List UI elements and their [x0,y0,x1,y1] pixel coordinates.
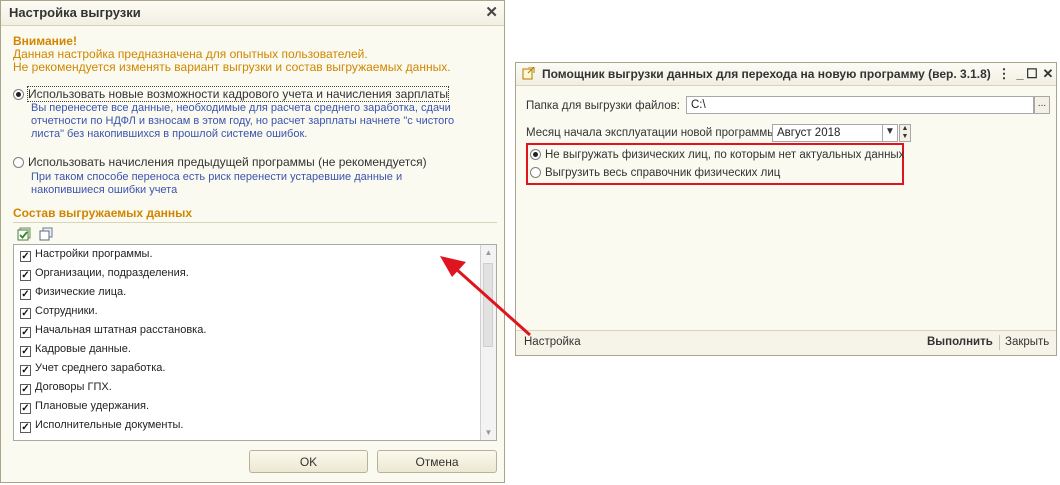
warning-line-3: Не рекомендуется изменять вариант выгруз… [13,60,451,74]
item-checkbox[interactable]: ✓ [20,251,31,262]
item-checkbox[interactable]: ✓ [20,289,31,300]
settings-link[interactable]: Настройка [524,336,581,348]
check-all-icon[interactable] [17,227,31,241]
item-checkbox[interactable]: ✓ [20,270,31,281]
dialog-title: Настройка выгрузки [1,1,504,26]
item-label: Кадровые данные. [35,343,131,355]
option-old-description: При таком способе переноса есть риск пер… [31,171,403,196]
item-checkbox[interactable]: ✓ [20,346,31,357]
radio-export-all[interactable] [530,167,541,178]
radio-old-accruals[interactable] [13,157,24,168]
item-checkbox[interactable]: ✓ [20,327,31,338]
item-checkbox[interactable]: ✓ [20,365,31,376]
option-export-all-label: Выгрузить весь справочник физических лиц [545,167,781,179]
list-item[interactable]: ✓ Сотрудники. [14,302,496,321]
radio-skip-inactive[interactable] [530,149,541,160]
list-item[interactable]: ✓ Физические лица. [14,283,496,302]
item-label: Договоры ГПХ. [35,381,112,393]
close-icon[interactable]: ✕ [1040,63,1056,85]
list-item[interactable]: ✓ Плановые удержания. [14,397,496,416]
scroll-thumb[interactable] [483,263,493,347]
option-skip-inactive-label: Не выгружать физических лиц, по которым … [545,149,905,161]
wizard-title: Помощник выгрузки данных для перехода на… [542,67,991,81]
option-export-all[interactable]: Выгрузить весь справочник физических лиц [530,167,780,179]
list-scrollbar[interactable]: ▲ ▼ [480,245,496,440]
item-label: Начальная штатная расстановка. [35,324,207,336]
list-item[interactable]: ✓ Начальная штатная расстановка. [14,321,496,340]
scroll-down-icon[interactable]: ▼ [481,425,496,440]
browse-button[interactable]: ... [1034,96,1050,114]
item-label: Исполнительные документы. [35,419,184,431]
option-skip-inactive[interactable]: Не выгружать физических лиц, по которым … [530,149,904,161]
option-new-features[interactable]: Использовать новые возможности кадрового… [13,86,450,102]
list-item[interactable]: ✓ Исполнительные документы. [14,416,496,435]
option-old-accruals-label: Использовать начисления предыдущей прогр… [28,155,427,169]
item-label: Организации, подразделения. [35,267,189,279]
folder-label: Папка для выгрузки файлов: [526,100,680,112]
item-label: Настройки программы. [35,248,153,260]
list-item[interactable]: ✓ Кадровые данные. [14,340,496,359]
app-icon [522,66,535,80]
scroll-up-icon[interactable]: ▲ [481,245,496,260]
data-section-title: Состав выгружаемых данных [13,206,497,223]
option-new-description: Вы перенесете все данные, необходимые дл… [31,102,455,140]
export-data-list: ✓ Настройки программы. ✓ Организации, подра… [13,244,497,441]
maximize-icon[interactable]: ☐ [1024,63,1040,85]
export-settings-dialog: Настройка выгрузки ✕ Внимание! Данная на… [0,0,505,483]
item-label: Плановые удержания. [35,400,150,412]
item-checkbox[interactable]: ✓ [20,384,31,395]
chevron-down-icon[interactable]: ▼ [882,124,898,142]
list-item[interactable]: ✓ Настройки программы. [14,245,496,264]
item-checkbox[interactable]: ✓ [20,403,31,414]
radio-new-features[interactable] [13,89,24,100]
list-item[interactable]: ✓ Договоры ГПХ. [14,378,496,397]
list-item[interactable]: ✓ Организации, подразделения. [14,264,496,283]
uncheck-all-icon[interactable] [39,227,53,241]
item-checkbox[interactable]: ✓ [20,308,31,319]
ok-button[interactable]: OK [249,450,368,473]
folder-input[interactable]: C:\ [686,96,1034,114]
list-item-partial: ✓ [14,435,496,440]
item-checkbox[interactable]: ✓ [20,422,31,433]
list-item[interactable]: ✓ Учет среднего заработка. [14,359,496,378]
month-select[interactable]: Август 2018 [772,124,884,142]
item-label: Физические лица. [35,286,127,298]
close-icon[interactable]: ✕ [485,3,498,21]
export-wizard-window: Помощник выгрузки данных для перехода на… [515,62,1057,356]
item-label: Учет среднего заработка. [35,362,166,374]
spin-icon[interactable]: ▲ ▼ [899,124,911,142]
cancel-button[interactable]: Отмена [377,450,497,473]
wizard-bottom-bar: Настройка Выполнить Закрыть [516,330,1056,355]
option-new-features-label: Использовать новые возможности кадрового… [26,86,450,102]
wizard-titlebar: Помощник выгрузки данных для перехода на… [516,63,1056,86]
menu-icon[interactable]: ⋮ [996,63,1012,85]
item-label: Сотрудники. [35,305,98,317]
option-old-accruals[interactable]: Использовать начисления предыдущей прогр… [13,155,427,169]
run-button[interactable]: Выполнить [927,336,993,348]
separator [999,335,1000,350]
close-button[interactable]: Закрыть [1005,336,1049,348]
month-label: Месяц начала эксплуатации новой программ… [526,127,779,139]
warning-text: Внимание! Данная настройка предназначена… [13,35,501,74]
